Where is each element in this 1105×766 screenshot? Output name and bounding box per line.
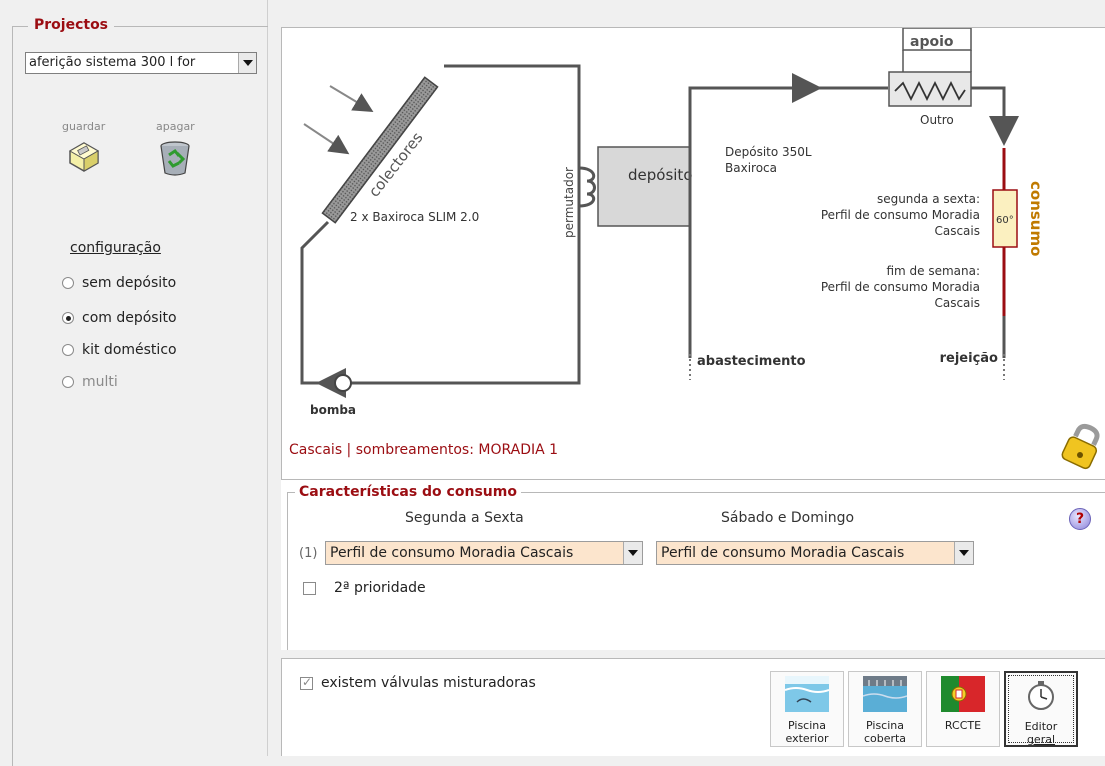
weekday-profile-line2: Cascais [934, 224, 980, 238]
general-editor-line1: Editor [1024, 720, 1058, 733]
weekday-title: segunda a sexta: [877, 192, 980, 206]
supply-label: abastecimento [697, 354, 806, 369]
tank-model-line1: Depósito 350L [725, 145, 812, 159]
general-editor-line2: geral [1026, 733, 1056, 746]
weekday-profile-select[interactable]: Perfil de consumo Moradia Cascais [325, 541, 643, 565]
recycle-bin-icon [160, 141, 190, 176]
weekend-title: fim de semana: [886, 264, 980, 278]
weekend-profile-select[interactable]: Perfil de consumo Moradia Cascais [656, 541, 974, 565]
tank-label: depósito [628, 166, 693, 184]
backup-label: apoio [910, 34, 954, 50]
location-shading-text: Cascais | sombreamentos: MORADIA 1 [289, 442, 559, 458]
exchanger-label: permutador [562, 167, 576, 238]
delete-button[interactable]: apagar [156, 120, 195, 180]
tank [577, 146, 691, 227]
pump-icon [334, 374, 352, 392]
radio-indicator[interactable] [62, 312, 74, 324]
project-select-value: aferição sistema 300 l for [29, 55, 196, 70]
radio-label: multi [82, 374, 118, 390]
indoor-pool-line1: Piscina [866, 719, 904, 732]
outdoor-pool-line2: exterior [785, 732, 829, 745]
indoor-pool-button[interactable]: Piscina coberta [848, 671, 922, 747]
outdoor-pool-line1: Piscina [788, 719, 826, 732]
projects-panel: Projectos aferição sistema 300 l for gua… [0, 0, 268, 766]
mixing-valves-label: existem válvulas misturadoras [321, 675, 536, 691]
radio-kit-domestico[interactable]: kit doméstico [62, 342, 177, 358]
weekend-profile-line2: Cascais [934, 296, 980, 310]
system-diagram: colectores 2 x Baxiroca SLIM 2.0 permuta… [281, 27, 1105, 480]
pump-label: bomba [310, 403, 356, 417]
radio-label: sem depósito [82, 275, 177, 291]
backup-type: Outro [920, 113, 954, 127]
padlock-icon[interactable] [1061, 423, 1100, 470]
chevron-down-icon[interactable] [954, 542, 973, 564]
chevron-down-icon[interactable] [238, 53, 256, 73]
save-label: guardar [62, 120, 106, 133]
consumption-panel: Características do consumo Segunda a Sex… [281, 480, 1105, 650]
hot-water-pipe [688, 73, 1019, 358]
configuration-title: configuração [70, 240, 161, 256]
mixing-valves-option[interactable]: existem válvulas misturadoras [300, 675, 536, 691]
radio-sem-deposito[interactable]: sem depósito [62, 275, 176, 291]
consumption-label: consumo [1027, 181, 1045, 256]
rccte-button[interactable]: RCCTE [926, 671, 1000, 747]
consumption-pipe [992, 148, 1018, 358]
project-select[interactable]: aferição sistema 300 l for [25, 52, 257, 74]
consumption-title: Características do consumo [295, 484, 521, 500]
outdoor-pool-button[interactable]: Piscina exterior [770, 671, 844, 747]
help-button[interactable]: ? [1069, 508, 1091, 530]
temperature-label: 60° [996, 215, 1014, 226]
sun-rays [303, 85, 374, 155]
second-priority-checkbox[interactable] [303, 581, 316, 595]
bottom-panel: existem válvulas misturadoras Piscina ex… [281, 658, 1105, 756]
weekend-profile-value: Perfil de consumo Moradia Cascais [661, 545, 905, 561]
radio-indicator[interactable] [62, 344, 74, 356]
radio-com-deposito[interactable]: com depósito [62, 310, 177, 326]
radio-label: com depósito [82, 310, 177, 326]
second-priority-label: 2ª prioridade [334, 580, 426, 596]
rejection-label: rejeição [940, 351, 998, 366]
outdoor-pool-icon [784, 676, 830, 712]
chevron-down-icon[interactable] [623, 542, 642, 564]
timer-icon [1028, 681, 1054, 710]
delete-label: apagar [156, 120, 195, 133]
mixing-valves-checkbox[interactable] [300, 675, 313, 690]
weekday-profile-value: Perfil de consumo Moradia Cascais [330, 545, 574, 561]
second-priority-option[interactable]: 2ª prioridade [303, 580, 426, 596]
radio-indicator[interactable] [62, 277, 74, 289]
projects-fieldset [12, 26, 268, 766]
weekday-header: Segunda a Sexta [405, 510, 524, 526]
weekend-profile-line1: Perfil de consumo Moradia [821, 280, 980, 294]
save-icon [68, 142, 99, 172]
tank-model-line2: Baxiroca [725, 161, 777, 175]
general-editor-button[interactable]: Editor geral [1004, 671, 1078, 747]
radio-multi: multi [62, 374, 118, 390]
weekend-header: Sábado e Domingo [721, 510, 855, 526]
help-icon: ? [1075, 511, 1085, 527]
save-button[interactable]: guardar [62, 120, 105, 178]
indoor-pool-line2: coberta [863, 732, 907, 745]
indoor-pool-icon [862, 676, 908, 712]
projects-legend: Projectos [28, 17, 115, 33]
portugal-flag-icon [941, 676, 985, 712]
weekday-profile-line1: Perfil de consumo Moradia [821, 208, 980, 222]
radio-label: kit doméstico [82, 342, 177, 358]
collector-panel [321, 76, 439, 224]
row-index: (1) [299, 546, 318, 561]
radio-indicator [62, 376, 74, 388]
rccte-label: RCCTE [944, 719, 982, 732]
collectors-model: 2 x Baxiroca SLIM 2.0 [350, 210, 479, 224]
solar-loop-pipe [300, 64, 581, 398]
